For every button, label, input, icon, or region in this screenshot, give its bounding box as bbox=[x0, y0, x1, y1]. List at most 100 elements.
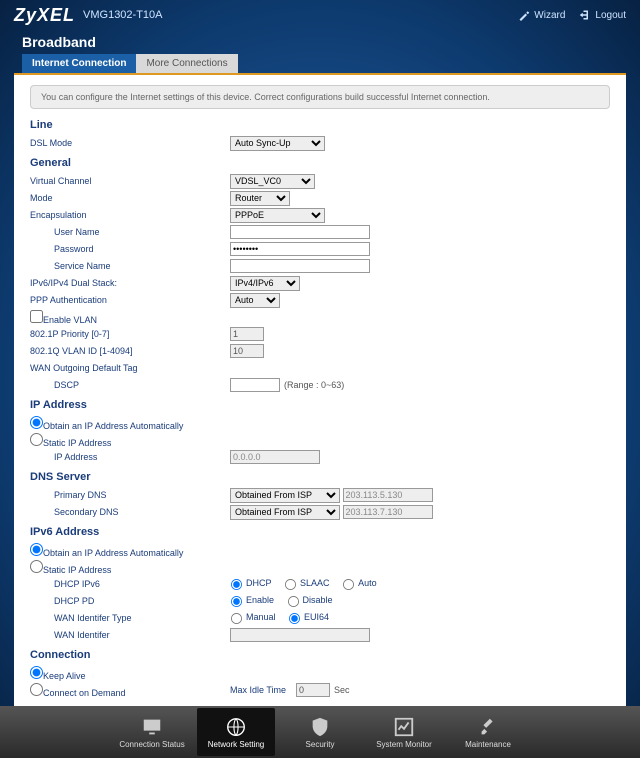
primary-dns-label: Primary DNS bbox=[30, 490, 230, 500]
dhcppd-enable-radio[interactable] bbox=[231, 595, 242, 606]
keepalive-radio[interactable] bbox=[30, 666, 43, 679]
ip-address-label: IP Address bbox=[30, 452, 230, 462]
secondary-dns-input bbox=[343, 505, 433, 519]
ip-auto-label: Obtain an IP Address Automatically bbox=[43, 421, 183, 431]
wizard-label: Wizard bbox=[534, 10, 565, 21]
nav-label-1: Network Setting bbox=[208, 740, 264, 749]
section-line: Line bbox=[30, 119, 610, 131]
service-name-label: Service Name bbox=[30, 261, 230, 271]
secondary-dns-src-select[interactable]: Obtained From ISP bbox=[230, 505, 340, 520]
opt-manual-label: Manual bbox=[246, 612, 276, 622]
device-model: VMG1302-T10A bbox=[83, 9, 162, 21]
opt-enable-label: Enable bbox=[246, 595, 274, 605]
info-banner: You can configure the Internet settings … bbox=[30, 85, 610, 109]
nav-network-setting[interactable]: Network Setting bbox=[197, 708, 275, 756]
nav-system-monitor[interactable]: System Monitor bbox=[365, 708, 443, 756]
username-input[interactable] bbox=[230, 225, 370, 239]
virtual-channel-select[interactable]: VDSL_VC0 bbox=[230, 174, 315, 189]
enable-vlan-checkbox[interactable] bbox=[30, 310, 43, 323]
tools-icon bbox=[477, 716, 499, 738]
8021p-input bbox=[230, 327, 264, 341]
wanid-eui64-radio[interactable] bbox=[289, 612, 300, 623]
encapsulation-select[interactable]: PPPoE bbox=[230, 208, 325, 223]
dhcpipv6-dhcp-radio[interactable] bbox=[231, 578, 242, 589]
section-ipv6: IPv6 Address bbox=[30, 526, 610, 538]
8021p-label: 802.1P Priority [0-7] bbox=[30, 329, 230, 339]
opt-auto-label: Auto bbox=[358, 578, 377, 588]
mode-select[interactable]: Router bbox=[230, 191, 290, 206]
enable-vlan-label: Enable VLAN bbox=[43, 315, 97, 325]
wan-identifier-type-label: WAN Identifer Type bbox=[30, 613, 230, 623]
primary-dns-input bbox=[343, 488, 433, 502]
opt-disable-label: Disable bbox=[303, 595, 333, 605]
section-general: General bbox=[30, 157, 610, 169]
wanid-manual-radio[interactable] bbox=[231, 612, 242, 623]
password-label: Password bbox=[30, 244, 230, 254]
section-ip-address: IP Address bbox=[30, 399, 610, 411]
cod-label: Connect on Demand bbox=[43, 688, 126, 698]
dhcppd-disable-radio[interactable] bbox=[288, 595, 299, 606]
monitor-icon bbox=[141, 716, 163, 738]
dhcp-pd-label: DHCP PD bbox=[30, 596, 230, 606]
mode-label: Mode bbox=[30, 193, 230, 203]
dualstack-label: IPv6/IPv4 Dual Stack: bbox=[30, 278, 230, 288]
ip-static-radio[interactable] bbox=[30, 433, 43, 446]
pppauth-label: PPP Authentication bbox=[30, 295, 230, 305]
nav-label-0: Connection Status bbox=[119, 740, 184, 749]
wan-identifier-label: WAN Identifer bbox=[30, 630, 230, 640]
nav-label-2: Security bbox=[306, 740, 335, 749]
nav-security[interactable]: Security bbox=[281, 708, 359, 756]
keepalive-label: Keep Alive bbox=[43, 671, 86, 681]
ipv6-auto-radio[interactable] bbox=[30, 543, 43, 556]
username-label: User Name bbox=[30, 227, 230, 237]
max-idle-input bbox=[296, 683, 330, 697]
bottom-nav: Connection Status Network Setting Securi… bbox=[0, 706, 640, 758]
tab-more-connections[interactable]: More Connections bbox=[136, 54, 237, 73]
dualstack-select[interactable]: IPv4/IPv6 bbox=[230, 276, 300, 291]
idle-unit: Sec bbox=[334, 685, 350, 695]
vlanid-input bbox=[230, 344, 264, 358]
dhcpipv6-auto-radio[interactable] bbox=[343, 578, 354, 589]
nav-maintenance[interactable]: Maintenance bbox=[449, 708, 527, 756]
enable-vlan-row: Enable VLAN bbox=[30, 310, 230, 325]
dsl-mode-select[interactable]: Auto Sync-Up bbox=[230, 136, 325, 151]
chart-icon bbox=[393, 716, 415, 738]
max-idle-label: Max Idle Time bbox=[230, 685, 286, 695]
cod-radio[interactable] bbox=[30, 683, 43, 696]
nav-label-3: System Monitor bbox=[376, 740, 432, 749]
pppauth-select[interactable]: Auto bbox=[230, 293, 280, 308]
section-dns: DNS Server bbox=[30, 471, 610, 483]
encapsulation-label: Encapsulation bbox=[30, 210, 230, 220]
dhcpipv6-slaac-radio[interactable] bbox=[285, 578, 296, 589]
dscp-input[interactable] bbox=[230, 378, 280, 392]
logout-label: Logout bbox=[595, 10, 626, 21]
brand-logo: ZyXEL bbox=[14, 5, 75, 26]
dscp-label: DSCP bbox=[30, 380, 230, 390]
primary-dns-src-select[interactable]: Obtained From ISP bbox=[230, 488, 340, 503]
ipv6-static-radio[interactable] bbox=[30, 560, 43, 573]
opt-dhcp-label: DHCP bbox=[246, 578, 272, 588]
logout-link[interactable]: Logout bbox=[579, 9, 626, 21]
globe-icon bbox=[225, 716, 247, 738]
dscp-hint: (Range : 0~63) bbox=[284, 380, 344, 390]
shield-icon bbox=[309, 716, 331, 738]
wan-tag-label: WAN Outgoing Default Tag bbox=[30, 363, 230, 373]
dsl-mode-label: DSL Mode bbox=[30, 138, 230, 148]
ipv6-auto-label: Obtain an IP Address Automatically bbox=[43, 548, 183, 558]
wand-icon bbox=[518, 9, 530, 21]
nav-label-4: Maintenance bbox=[465, 740, 511, 749]
logout-icon bbox=[579, 9, 591, 21]
ip-static-label: Static IP Address bbox=[43, 438, 111, 448]
wizard-link[interactable]: Wizard bbox=[518, 9, 565, 21]
wan-identifier-input bbox=[230, 628, 370, 642]
tab-internet-connection[interactable]: Internet Connection bbox=[22, 54, 136, 73]
page-title: Broadband bbox=[0, 30, 640, 54]
service-name-input[interactable] bbox=[230, 259, 370, 273]
ipv6-static-label: Static IP Address bbox=[43, 565, 111, 575]
section-connection: Connection bbox=[30, 649, 610, 661]
ip-auto-radio[interactable] bbox=[30, 416, 43, 429]
opt-eui64-label: EUI64 bbox=[304, 612, 329, 622]
virtual-channel-label: Virtual Channel bbox=[30, 176, 230, 186]
password-input[interactable] bbox=[230, 242, 370, 256]
nav-connection-status[interactable]: Connection Status bbox=[113, 708, 191, 756]
